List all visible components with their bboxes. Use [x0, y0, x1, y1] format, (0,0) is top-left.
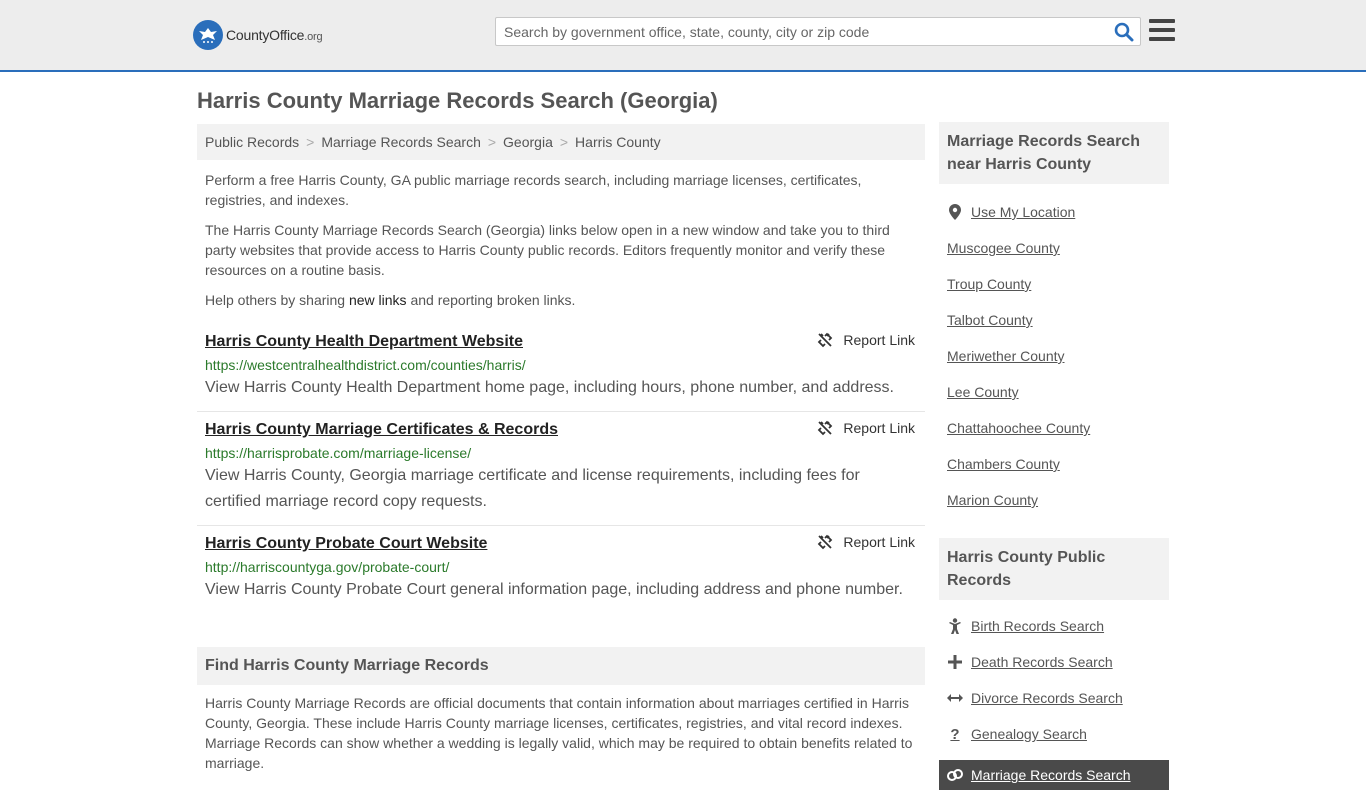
birth-records-link[interactable]: Birth Records Search	[947, 608, 1161, 644]
arrows-icon	[947, 693, 963, 703]
search-box	[495, 17, 1141, 46]
broken-link-icon	[818, 332, 833, 348]
nearby-county-link[interactable]: Marion County	[947, 482, 1161, 518]
find-records-heading: Find Harris County Marriage Records	[197, 647, 925, 685]
marriage-records-link-active[interactable]: Marriage Records Search	[939, 760, 1169, 790]
public-records-list: Birth Records Search Death Records Searc…	[939, 600, 1169, 790]
public-records-heading: Harris County Public Records	[939, 538, 1169, 600]
result-item: Harris County Probate Court Website http…	[197, 526, 925, 613]
eagle-logo-icon	[193, 20, 223, 50]
result-url: https://harrisprobate.com/marriage-licen…	[205, 445, 472, 461]
question-icon: ?	[950, 725, 960, 743]
divorce-records-link[interactable]: Divorce Records Search	[947, 680, 1161, 716]
child-icon	[947, 618, 963, 634]
breadcrumb-separator: >	[306, 134, 315, 150]
genealogy-link[interactable]: ? Genealogy Search	[947, 716, 1161, 752]
find-records-body: Harris County Marriage Records are offic…	[205, 695, 913, 771]
breadcrumb-marriage-records[interactable]: Marriage Records Search	[321, 134, 481, 150]
nearby-county-link[interactable]: Meriwether County	[947, 338, 1161, 374]
result-item: Harris County Health Department Website …	[197, 324, 925, 412]
search-input[interactable]	[496, 18, 1096, 45]
intro: Perform a free Harris County, GA public …	[197, 170, 925, 310]
rings-icon	[947, 768, 963, 782]
main-content: Public Records > Marriage Records Search…	[197, 124, 925, 781]
result-description: View Harris County Health Department hom…	[205, 379, 894, 396]
result-title-link[interactable]: Harris County Probate Court Website	[205, 534, 917, 554]
report-link-button[interactable]: Report Link	[817, 534, 915, 550]
broken-link-icon	[818, 534, 833, 550]
nearby-county-link[interactable]: Chattahoochee County	[947, 410, 1161, 446]
site-logo[interactable]: CountyOffice.org	[193, 20, 323, 50]
map-pin-icon	[947, 204, 963, 220]
nearby-heading: Marriage Records Search near Harris Coun…	[939, 122, 1169, 184]
results-list: Harris County Health Department Website …	[197, 324, 925, 613]
nearby-county-link[interactable]: Lee County	[947, 374, 1161, 410]
breadcrumb-separator: >	[487, 134, 497, 150]
top-bar: CountyOffice.org	[0, 0, 1366, 72]
hamburger-menu-icon[interactable]	[1149, 19, 1175, 43]
new-links-link[interactable]: new links	[349, 292, 407, 308]
broken-link-icon	[818, 420, 833, 436]
nearby-county-link[interactable]: Talbot County	[947, 302, 1161, 338]
result-title-link[interactable]: Harris County Marriage Certificates & Re…	[205, 420, 917, 440]
use-my-location-link[interactable]: Use My Location	[947, 194, 1161, 230]
report-link-button[interactable]: Report Link	[817, 332, 915, 348]
cross-icon	[947, 655, 963, 669]
breadcrumb-separator: >	[559, 134, 569, 150]
intro-paragraph: The Harris County Marriage Records Searc…	[205, 222, 890, 278]
result-item: Harris County Marriage Certificates & Re…	[197, 412, 925, 526]
result-description: View Harris County, Georgia marriage cer…	[205, 467, 860, 510]
nearby-county-link[interactable]: Muscogee County	[947, 230, 1161, 266]
report-link-button[interactable]: Report Link	[817, 420, 915, 436]
result-url: https://westcentralhealthdistrict.com/co…	[205, 357, 526, 373]
breadcrumb-harris-county[interactable]: Harris County	[575, 134, 661, 150]
search-icon[interactable]	[1114, 22, 1134, 42]
breadcrumb-georgia[interactable]: Georgia	[503, 134, 553, 150]
result-title-link[interactable]: Harris County Health Department Website	[205, 332, 917, 352]
sidebar: Marriage Records Search near Harris Coun…	[939, 122, 1169, 790]
death-records-link[interactable]: Death Records Search	[947, 644, 1161, 680]
share-note: Help others by sharing new links and rep…	[205, 292, 576, 308]
nearby-county-link[interactable]: Troup County	[947, 266, 1161, 302]
nearby-list: Use My Location Muscogee County Troup Co…	[939, 184, 1169, 518]
breadcrumb: Public Records > Marriage Records Search…	[197, 124, 925, 160]
nearby-county-link[interactable]: Chambers County	[947, 446, 1161, 482]
intro-paragraph: Perform a free Harris County, GA public …	[205, 172, 862, 208]
result-url: http://harriscountyga.gov/probate-court/	[205, 559, 450, 575]
page-title: Harris County Marriage Records Search (G…	[197, 88, 718, 113]
breadcrumb-public-records[interactable]: Public Records	[205, 134, 299, 150]
logo-text: CountyOffice.org	[226, 27, 323, 43]
result-description: View Harris County Probate Court general…	[205, 581, 903, 598]
